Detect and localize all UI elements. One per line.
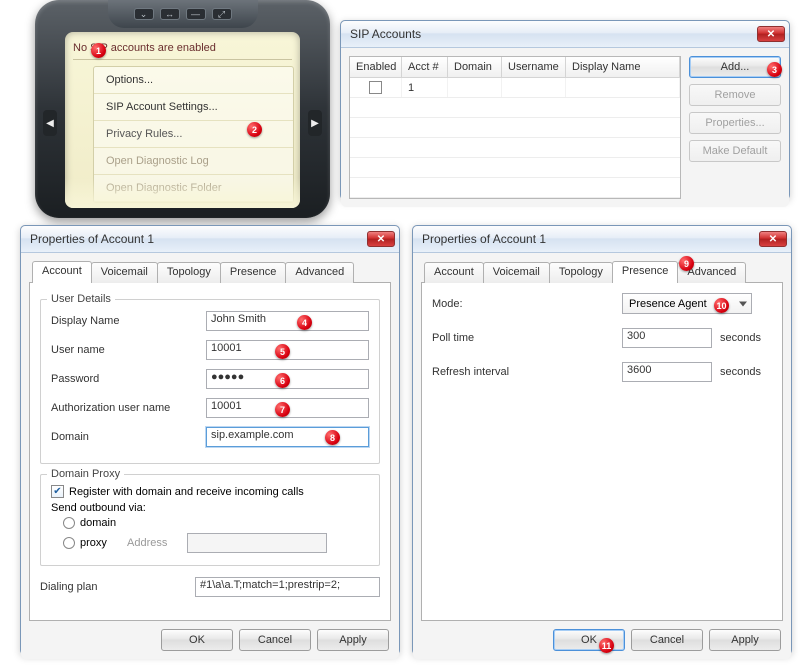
properties-button[interactable]: Properties... bbox=[689, 112, 781, 134]
ok-button[interactable]: OK bbox=[161, 629, 233, 651]
tab-voicemail[interactable]: Voicemail bbox=[483, 262, 550, 283]
properties-account-window: Properties of Account 1 ✕ Account Voicem… bbox=[20, 225, 400, 655]
device-toolbar: ⌄ ↔ — ⤢ bbox=[108, 0, 258, 28]
tab-presence[interactable]: Presence bbox=[220, 262, 286, 283]
window-title: SIP Accounts bbox=[350, 27, 757, 41]
label-display-name: Display Name bbox=[51, 315, 206, 327]
column-header-domain[interactable]: Domain bbox=[448, 57, 502, 78]
ok-button[interactable]: OK bbox=[553, 629, 625, 651]
table-row[interactable]: 1 bbox=[350, 78, 680, 98]
label-seconds: seconds bbox=[720, 332, 761, 344]
label-mode: Mode: bbox=[432, 298, 622, 310]
annotation-badge-3: 3 bbox=[767, 62, 782, 77]
device-toolbar-btn[interactable]: ⌄ bbox=[134, 8, 154, 20]
group-title: User Details bbox=[47, 293, 115, 305]
chevron-down-icon bbox=[739, 301, 747, 306]
device-toolbar-btn[interactable]: ↔ bbox=[160, 8, 180, 20]
dialing-plan-input[interactable]: #1\a\a.T;match=1;prestrip=2; bbox=[195, 577, 380, 597]
label-poll-time: Poll time bbox=[432, 332, 622, 344]
label-address: Address bbox=[127, 537, 182, 549]
label-dialing-plan: Dialing plan bbox=[40, 581, 195, 593]
column-header-display-name[interactable]: Display Name bbox=[566, 57, 680, 78]
column-header-acct[interactable]: Acct # bbox=[402, 57, 448, 78]
annotation-badge-8: 8 bbox=[325, 430, 340, 445]
window-title: Properties of Account 1 bbox=[422, 232, 759, 246]
display-name-input[interactable]: John Smith bbox=[206, 311, 369, 331]
mode-value: Presence Agent bbox=[629, 298, 707, 310]
group-title: Domain Proxy bbox=[47, 468, 124, 480]
menu-item-sip-account-settings[interactable]: SIP Account Settings... bbox=[94, 94, 293, 121]
close-icon: ✕ bbox=[767, 29, 775, 40]
proxy-address-input[interactable] bbox=[187, 533, 327, 553]
tab-account[interactable]: Account bbox=[32, 261, 92, 283]
softphone-device: ⌄ ↔ — ⤢ ◀ ▶ No SIP accounts are enabled … bbox=[35, 0, 330, 218]
label-refresh-interval: Refresh interval bbox=[432, 366, 622, 378]
tab-account[interactable]: Account bbox=[424, 262, 484, 283]
close-icon: ✕ bbox=[377, 234, 385, 245]
annotation-badge-11: 11 bbox=[599, 638, 614, 653]
annotation-badge-9: 9 bbox=[679, 256, 694, 271]
sip-accounts-table: Enabled Acct # Domain Username Display N… bbox=[349, 56, 681, 199]
device-screen: No SIP accounts are enabled Options... S… bbox=[65, 32, 300, 208]
tab-bar: Account Voicemail Topology Presence Adva… bbox=[421, 261, 783, 283]
apply-button[interactable]: Apply bbox=[317, 629, 389, 651]
cancel-button[interactable]: Cancel bbox=[239, 629, 311, 651]
register-checkbox[interactable]: ✔ bbox=[51, 485, 64, 498]
label-domain: Domain bbox=[51, 431, 206, 443]
menu-item-diagnostic-log[interactable]: Open Diagnostic Log bbox=[94, 148, 293, 175]
properties-presence-window: Properties of Account 1 ✕ Account Voicem… bbox=[412, 225, 792, 655]
menu-item-options[interactable]: Options... bbox=[94, 67, 293, 94]
annotation-badge-1: 1 bbox=[91, 43, 106, 58]
annotation-badge-2: 2 bbox=[247, 122, 262, 137]
annotation-badge-5: 5 bbox=[275, 344, 290, 359]
close-icon: ✕ bbox=[769, 234, 777, 245]
domain-input[interactable]: sip.example.com bbox=[206, 427, 369, 447]
mode-select[interactable]: Presence Agent bbox=[622, 293, 752, 314]
annotation-badge-4: 4 bbox=[297, 315, 312, 330]
close-button[interactable]: ✕ bbox=[759, 231, 787, 247]
label-seconds: seconds bbox=[720, 366, 761, 378]
label-user-name: User name bbox=[51, 344, 206, 356]
tab-bar: Account Voicemail Topology Presence Adva… bbox=[29, 261, 391, 283]
sip-accounts-window: SIP Accounts ✕ Enabled Acct # Domain Use… bbox=[340, 20, 790, 200]
poll-time-input[interactable]: 300 bbox=[622, 328, 712, 348]
enabled-checkbox[interactable] bbox=[369, 81, 382, 94]
device-nav-left[interactable]: ◀ bbox=[43, 110, 57, 136]
device-nav-right[interactable]: ▶ bbox=[308, 110, 322, 136]
tab-topology[interactable]: Topology bbox=[549, 262, 613, 283]
domain-proxy-group: Domain Proxy ✔ Register with domain and … bbox=[40, 474, 380, 566]
window-title: Properties of Account 1 bbox=[30, 232, 367, 246]
close-button[interactable]: ✕ bbox=[757, 26, 785, 42]
send-outbound-label: Send outbound via: bbox=[51, 502, 369, 514]
register-label: Register with domain and receive incomin… bbox=[69, 486, 304, 498]
radio-domain-label: domain bbox=[80, 517, 116, 529]
column-header-username[interactable]: Username bbox=[502, 57, 566, 78]
annotation-badge-6: 6 bbox=[275, 373, 290, 388]
tab-advanced[interactable]: Advanced bbox=[285, 262, 354, 283]
make-default-button[interactable]: Make Default bbox=[689, 140, 781, 162]
device-toolbar-btn[interactable]: — bbox=[186, 8, 206, 20]
close-button[interactable]: ✕ bbox=[367, 231, 395, 247]
tab-topology[interactable]: Topology bbox=[157, 262, 221, 283]
column-header-enabled[interactable]: Enabled bbox=[350, 57, 402, 78]
apply-button[interactable]: Apply bbox=[709, 629, 781, 651]
annotation-badge-10: 10 bbox=[714, 298, 729, 313]
label-auth-user: Authorization user name bbox=[51, 402, 206, 414]
radio-proxy-label: proxy bbox=[80, 537, 122, 549]
cancel-button[interactable]: Cancel bbox=[631, 629, 703, 651]
label-password: Password bbox=[51, 373, 206, 385]
radio-domain[interactable] bbox=[63, 517, 75, 529]
cell-acct-number: 1 bbox=[402, 78, 448, 97]
device-toolbar-btn[interactable]: ⤢ bbox=[212, 8, 232, 20]
remove-button[interactable]: Remove bbox=[689, 84, 781, 106]
menu-item-privacy-rules[interactable]: Privacy Rules... bbox=[94, 121, 293, 148]
radio-proxy[interactable] bbox=[63, 537, 75, 549]
tab-voicemail[interactable]: Voicemail bbox=[91, 262, 158, 283]
tab-presence[interactable]: Presence bbox=[612, 261, 678, 283]
annotation-badge-7: 7 bbox=[275, 402, 290, 417]
refresh-interval-input[interactable]: 3600 bbox=[622, 362, 712, 382]
